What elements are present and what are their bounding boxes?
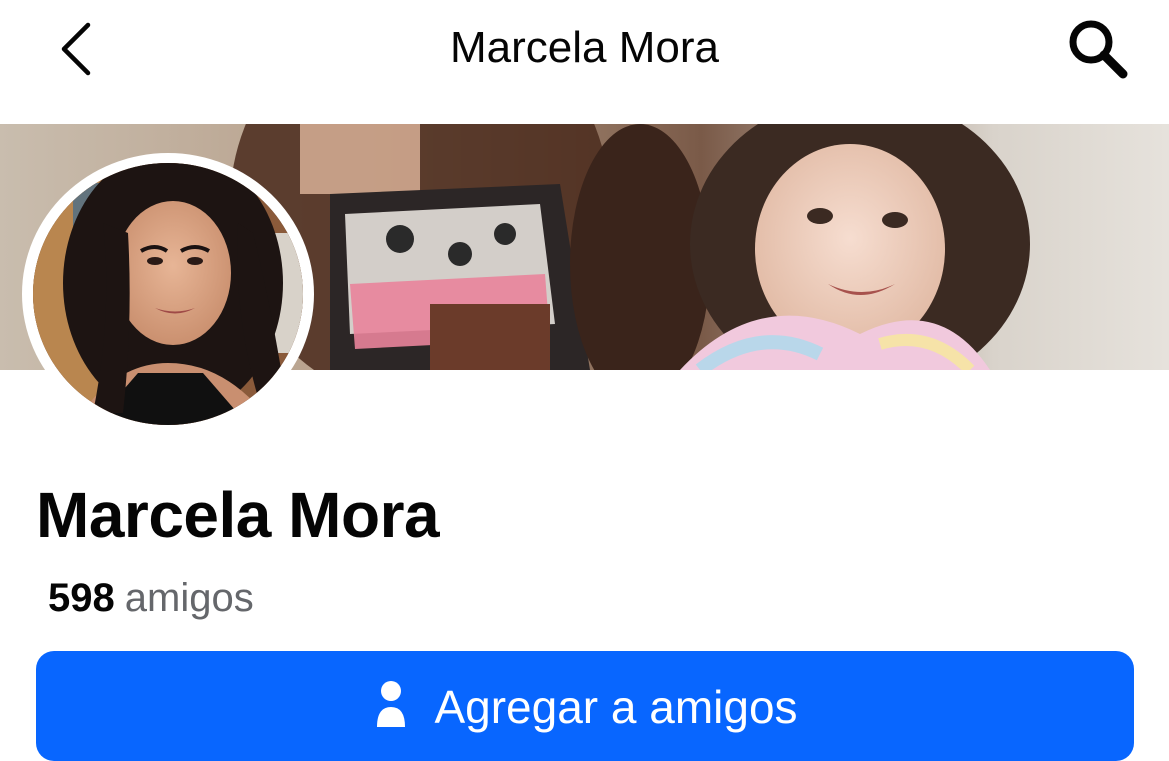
person-add-icon <box>372 677 418 737</box>
friends-label: amigos <box>124 576 254 620</box>
chevron-left-icon <box>61 22 91 76</box>
back-button[interactable] <box>44 14 104 84</box>
friends-count-link[interactable]: 598 amigos <box>48 576 254 621</box>
search-button[interactable] <box>1058 14 1138 84</box>
add-friend-button[interactable]: Agregar a amigos <box>36 651 1134 761</box>
top-navigation-bar: Marcela Mora <box>0 0 1169 124</box>
profile-name: Marcela Mora <box>36 479 440 551</box>
avatar-image <box>33 163 303 425</box>
friends-count: 598 <box>48 576 115 620</box>
profile-avatar[interactable] <box>33 163 303 425</box>
search-icon <box>1069 20 1128 79</box>
page-title: Marcela Mora <box>450 23 719 72</box>
add-friend-label: Agregar a amigos <box>434 681 798 733</box>
